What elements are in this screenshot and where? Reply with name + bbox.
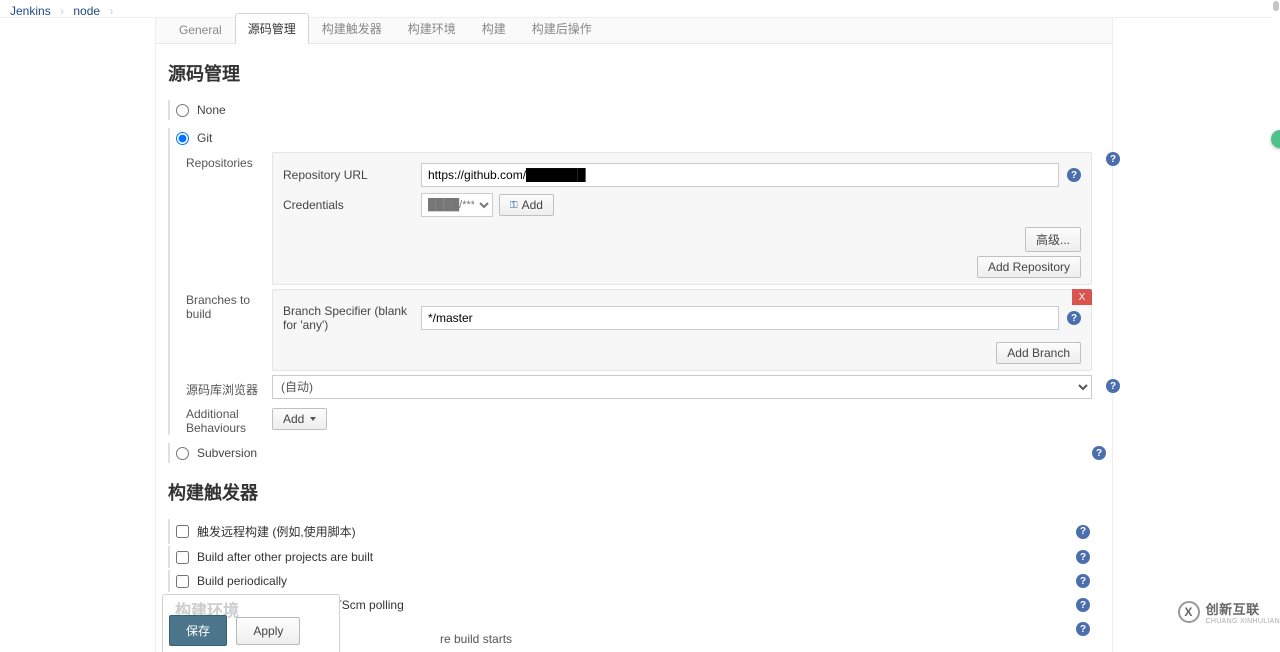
trigger-remote-checkbox[interactable]	[176, 525, 189, 538]
repo-browser-label: 源码库浏览器	[174, 377, 272, 398]
scm-none-label[interactable]: None	[197, 103, 226, 117]
apply-button[interactable]: Apply	[236, 617, 300, 645]
trigger-after-other-label[interactable]: Build after other projects are built	[197, 550, 1076, 564]
add-credentials-label: Add	[522, 198, 543, 212]
scm-svn-radio[interactable]	[176, 447, 189, 460]
branches-label: Branches to build	[174, 289, 272, 371]
scm-svn-label[interactable]: Subversion	[197, 446, 257, 460]
help-icon[interactable]: ?	[1076, 574, 1090, 588]
watermark-brand: 创新互联	[1206, 599, 1280, 618]
behaviours-label: Additional Behaviours	[174, 403, 272, 435]
trigger-after-other-checkbox[interactable]	[176, 551, 189, 564]
breadcrumb-sep-icon: ›	[60, 4, 64, 18]
trigger-periodic-checkbox[interactable]	[176, 575, 189, 588]
repo-browser-select[interactable]: (自动)	[272, 375, 1092, 399]
tab-build[interactable]: 构建	[469, 13, 519, 44]
feedback-bubble-icon[interactable]	[1271, 130, 1280, 148]
scm-git-radio[interactable]	[176, 132, 189, 145]
behaviours-add-button[interactable]: Add	[272, 408, 327, 430]
watermark-sub: CHUANG XINHULIAN	[1206, 618, 1280, 625]
watermark: X 创新互联 CHUANG XINHULIAN	[1178, 599, 1280, 625]
trigger-periodic-label[interactable]: Build periodically	[197, 574, 1076, 588]
breadcrumb-item[interactable]: node	[73, 4, 100, 18]
help-icon[interactable]: ?	[1076, 598, 1090, 612]
scrollbar[interactable]	[1272, 0, 1280, 18]
repo-url-label: Repository URL	[283, 168, 421, 182]
help-icon[interactable]: ?	[1067, 168, 1081, 182]
behaviours-add-label: Add	[283, 412, 304, 426]
tab-triggers[interactable]: 构建触发器	[309, 13, 395, 44]
help-icon[interactable]: ?	[1092, 446, 1106, 460]
help-icon[interactable]: ?	[1106, 152, 1120, 166]
tab-env[interactable]: 构建环境	[395, 13, 469, 44]
trigger-remote-label[interactable]: 触发远程构建 (例如,使用脚本)	[197, 523, 1076, 540]
scm-git-label[interactable]: Git	[197, 131, 212, 145]
section-scm-title: 源码管理	[168, 60, 1092, 86]
repo-advanced-button[interactable]: 高级...	[1025, 227, 1081, 252]
help-icon[interactable]: ?	[1076, 525, 1090, 539]
breadcrumb-sep-icon: ›	[109, 4, 113, 18]
branch-box: X Branch Specifier (blank for 'any') ? A…	[272, 289, 1092, 371]
key-icon: ⚿	[510, 200, 518, 211]
help-icon[interactable]: ?	[1076, 550, 1090, 564]
breadcrumb-root[interactable]: Jenkins	[10, 4, 51, 18]
add-repository-button[interactable]: Add Repository	[977, 256, 1081, 278]
tab-general[interactable]: General	[166, 16, 235, 44]
tab-post[interactable]: 构建后操作	[519, 13, 605, 44]
scm-none-radio[interactable]	[176, 104, 189, 117]
credentials-label: Credentials	[283, 198, 421, 212]
branch-spec-label: Branch Specifier (blank for 'any')	[283, 304, 421, 332]
caret-down-icon	[310, 417, 316, 421]
config-tabs: General 源码管理 构建触发器 构建环境 构建 构建后操作	[156, 18, 1112, 44]
section-triggers-title: 构建触发器	[168, 479, 1092, 505]
add-credentials-button[interactable]: ⚿ Add	[499, 194, 554, 216]
partial-text: re build starts	[440, 632, 512, 646]
add-branch-button[interactable]: Add Branch	[996, 342, 1081, 364]
tab-scm[interactable]: 源码管理	[235, 13, 309, 44]
help-icon[interactable]: ?	[1076, 622, 1090, 636]
repositories-label: Repositories	[174, 152, 272, 285]
branch-spec-input[interactable]	[421, 306, 1059, 330]
help-icon[interactable]: ?	[1106, 379, 1120, 393]
delete-branch-button[interactable]: X	[1072, 289, 1092, 305]
credentials-select[interactable]: ████/******	[421, 193, 493, 217]
help-icon[interactable]: ?	[1067, 311, 1081, 325]
sticky-save-panel: 构建环境 保存 Apply	[162, 594, 340, 652]
watermark-logo-icon: X	[1178, 601, 1200, 623]
repository-box: Repository URL ? Credentials ████/******…	[272, 152, 1092, 285]
repo-url-input[interactable]	[421, 163, 1059, 187]
